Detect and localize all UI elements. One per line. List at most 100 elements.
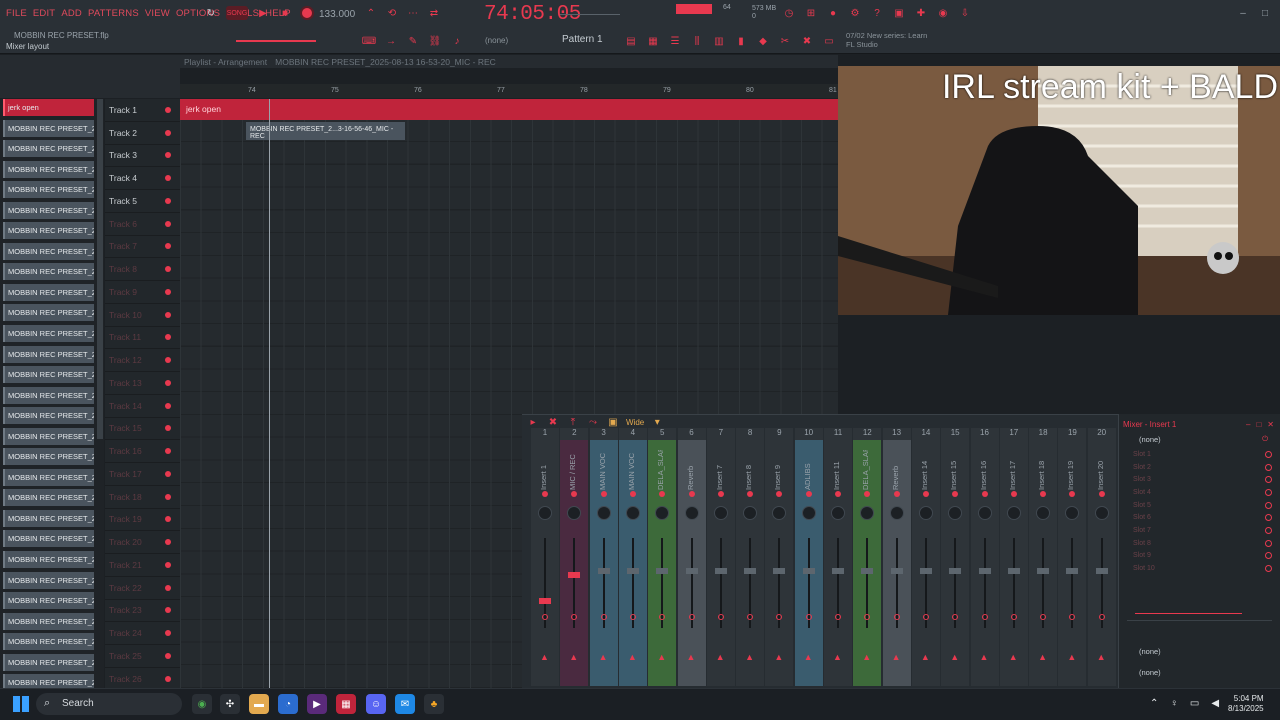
- effect-slot[interactable]: Slot 4: [1119, 486, 1280, 499]
- mixer-strip[interactable]: 3 MAIN VOC ▲: [589, 428, 618, 686]
- arrow-right-icon[interactable]: →: [384, 34, 398, 48]
- app-icon[interactable]: ✣: [220, 694, 240, 714]
- clip-list-item[interactable]: MOBBIN REC PRESET_202...: [3, 181, 94, 199]
- microphone-icon[interactable]: ●: [826, 6, 840, 20]
- folder-icon[interactable]: ▬: [249, 694, 269, 714]
- mixer-strip[interactable]: 18 Insert 18 ▲: [1029, 428, 1058, 686]
- track-header[interactable]: Track 25: [105, 645, 180, 668]
- volume-fader-handle[interactable]: [832, 568, 844, 574]
- clip-list-item[interactable]: MOBBIN REC PRESET_202...: [3, 263, 94, 281]
- volume-fader-handle[interactable]: [861, 568, 874, 574]
- volume-fader-handle[interactable]: [949, 568, 962, 574]
- clip-list-item[interactable]: MOBBIN REC PRESET_202...: [3, 119, 94, 137]
- record-button[interactable]: [300, 6, 314, 20]
- link-icon[interactable]: ⛓: [428, 34, 442, 48]
- clip-list-item[interactable]: MOBBIN REC PRESET_202...: [3, 612, 94, 630]
- volume-fader-handle[interactable]: [626, 568, 639, 574]
- slot-enable-lamp[interactable]: [1265, 526, 1272, 534]
- track-mute-button[interactable]: [165, 539, 171, 546]
- track-mute-button[interactable]: [165, 493, 171, 500]
- record-arm-lamp[interactable]: [688, 614, 695, 620]
- slot-enable-lamp[interactable]: [1265, 514, 1272, 522]
- insert-maximize-icon[interactable]: □: [1256, 420, 1261, 429]
- record-arm-lamp[interactable]: [981, 614, 988, 620]
- insert-preset[interactable]: (none): [1139, 435, 1161, 444]
- volume-fader-handle[interactable]: [1037, 568, 1050, 574]
- effect-slot[interactable]: Slot 3: [1119, 473, 1280, 486]
- volume-fader-handle[interactable]: [568, 572, 581, 578]
- record-arm-lamp[interactable]: [1098, 614, 1105, 620]
- mixer-strip[interactable]: 12 DELA_SLAP ▲: [853, 428, 882, 686]
- clip-list-scrollbar[interactable]: [97, 99, 103, 439]
- volume-fader-handle[interactable]: [714, 568, 727, 574]
- pan-knob[interactable]: [860, 506, 875, 520]
- mixer-strip[interactable]: 10 ADLIBS ▲: [794, 428, 823, 686]
- strip-mute-lamp[interactable]: [659, 491, 666, 497]
- track-header[interactable]: Track 11: [105, 327, 180, 350]
- track-header[interactable]: Track 6: [105, 213, 180, 236]
- record-arm-lamp[interactable]: [835, 614, 841, 620]
- clip-list-item[interactable]: MOBBIN REC PRESET_202...: [3, 468, 94, 486]
- route-arrow-icon[interactable]: ▲: [540, 652, 549, 662]
- pan-knob[interactable]: [977, 506, 992, 520]
- mixer-strip[interactable]: 9 Insert 9 ▲: [765, 428, 794, 686]
- chat-icon[interactable]: ◉: [936, 6, 950, 20]
- pan-knob[interactable]: [567, 506, 582, 520]
- maximize-icon[interactable]: □: [1258, 6, 1272, 20]
- pan-knob[interactable]: [918, 506, 933, 520]
- mic-icon[interactable]: ♀: [1170, 698, 1178, 709]
- strip-mute-lamp[interactable]: [805, 491, 812, 497]
- track-header[interactable]: Track 15: [105, 418, 180, 441]
- strip-mute-lamp[interactable]: [864, 491, 871, 497]
- route-arrow-icon[interactable]: ▲: [628, 652, 637, 662]
- route-arrow-icon[interactable]: ▲: [804, 652, 813, 662]
- pattern-selector[interactable]: Pattern 1: [562, 34, 603, 45]
- record-arm-lamp[interactable]: [1010, 614, 1017, 620]
- track-mute-button[interactable]: [165, 607, 171, 614]
- volume-icon[interactable]: ◀: [1211, 698, 1219, 709]
- mixer-layout-selector[interactable]: Wide: [626, 418, 644, 427]
- settings-icon[interactable]: ⚙: [848, 6, 862, 20]
- mixer-strip[interactable]: 6 Reverb ▲: [677, 428, 706, 686]
- track-header[interactable]: Track 19: [105, 509, 180, 532]
- slot-enable-lamp[interactable]: [1265, 552, 1272, 560]
- timeline-ruler[interactable]: 74 75 76 77 78 79 80 81: [180, 84, 838, 98]
- slot-enable-lamp[interactable]: [1265, 450, 1272, 458]
- track-mute-button[interactable]: [165, 402, 171, 409]
- track-mute-button[interactable]: [165, 243, 171, 250]
- clip-list-item[interactable]: MOBBIN REC PRESET_202...: [3, 222, 94, 240]
- effect-slot[interactable]: Slot 1: [1119, 448, 1280, 461]
- route-arrow-icon[interactable]: ▲: [687, 652, 696, 662]
- track-header[interactable]: Track 10: [105, 304, 180, 327]
- track-header[interactable]: Track 23: [105, 600, 180, 623]
- strip-mute-lamp[interactable]: [922, 491, 929, 497]
- plugin-picker-icon[interactable]: ◆: [756, 34, 770, 48]
- slot-enable-lamp[interactable]: [1265, 488, 1272, 496]
- route-arrow-icon[interactable]: ▲: [1038, 652, 1047, 662]
- menu-view[interactable]: VIEW: [145, 8, 170, 19]
- route-arrow-icon[interactable]: ▲: [716, 652, 725, 662]
- mixer-view-toggle-icon[interactable]: ▣: [606, 415, 620, 429]
- track-mute-button[interactable]: [165, 652, 171, 659]
- strip-mute-lamp[interactable]: [571, 491, 578, 497]
- track-header[interactable]: Track 21: [105, 554, 180, 577]
- pan-knob[interactable]: [1065, 506, 1080, 520]
- network-icon[interactable]: ▭: [1190, 698, 1199, 709]
- insert-close-icon[interactable]: ✕: [1267, 420, 1274, 429]
- mixer-strip[interactable]: 17 Insert 17 ▲: [999, 428, 1028, 686]
- brush-icon[interactable]: ✎: [406, 34, 420, 48]
- strip-mute-lamp[interactable]: [1040, 491, 1047, 497]
- plugin-icon[interactable]: ✚: [914, 6, 928, 20]
- tray-icon[interactable]: ▭: [822, 34, 836, 48]
- track-header[interactable]: Track 20: [105, 531, 180, 554]
- pan-knob[interactable]: [1006, 506, 1021, 520]
- taskbar-search[interactable]: Search ⌕: [36, 693, 182, 715]
- send-selector[interactable]: (none): [1119, 621, 1280, 656]
- pan-knob[interactable]: [538, 506, 552, 520]
- mixer-strip[interactable]: 14 Insert 14 ▲: [911, 428, 940, 686]
- record-arm-lamp[interactable]: [1069, 614, 1076, 620]
- menu-edit[interactable]: EDIT: [33, 8, 55, 19]
- chevron-down-icon[interactable]: ▾: [650, 415, 664, 429]
- clip-list-item[interactable]: MOBBIN REC PRESET_202...: [3, 345, 94, 363]
- mixer-icon[interactable]: ⊞: [804, 6, 818, 20]
